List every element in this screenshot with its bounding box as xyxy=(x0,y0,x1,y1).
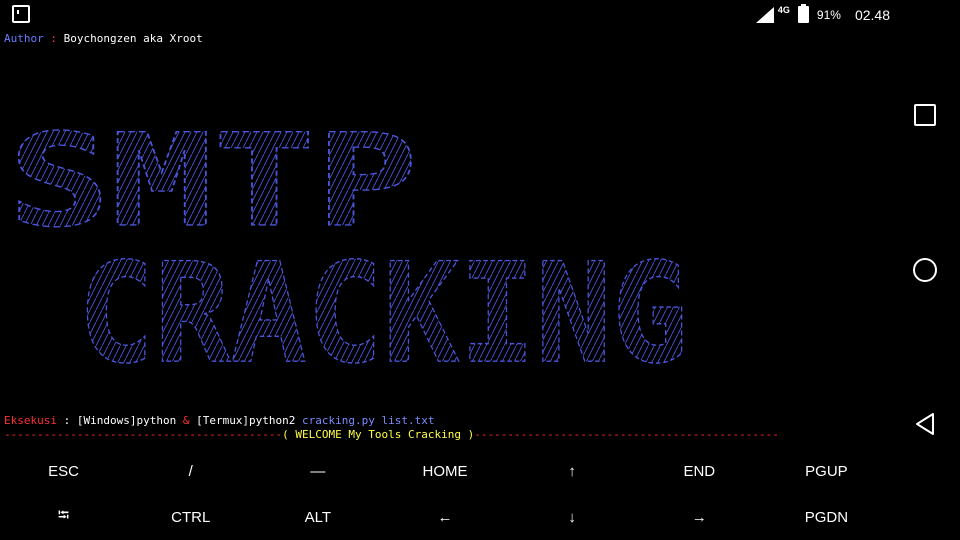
key-tab[interactable]: ⭾ xyxy=(0,494,127,540)
divider-close: ) xyxy=(460,428,475,441)
battery-icon xyxy=(797,4,809,23)
back-triangle-icon xyxy=(916,413,934,435)
banner-text-cracking: CRACKING xyxy=(78,233,688,394)
key-alt[interactable]: ALT xyxy=(254,494,381,540)
key-right[interactable]: → xyxy=(636,494,763,540)
battery-percent: 91% xyxy=(816,7,841,22)
banner-word-cracking: CRACKING xyxy=(77,232,688,394)
circle-icon xyxy=(913,258,937,282)
divider-right: ----------------------------------------… xyxy=(474,428,779,441)
terminal-view[interactable]: Author : Boychongzen aka Xroot SMTP CRACK… xyxy=(0,30,890,448)
ascii-banner: SMTP CRACKING xyxy=(0,70,890,410)
author-name: Boychongzen aka Xroot xyxy=(63,32,203,45)
key-down[interactable]: ↓ xyxy=(509,494,636,540)
author-line: Author : Boychongzen aka Xroot xyxy=(4,32,203,46)
divider-open: ( xyxy=(282,428,296,441)
extra-keys-row-1: ESC / — HOME ↑ END PGUP xyxy=(0,448,890,494)
exec-script: cracking.py list.txt xyxy=(302,414,435,427)
exec-termux: [Termux]python2 xyxy=(189,414,303,427)
extra-keys-bar: ESC / — HOME ↑ END PGUP ⭾ CTRL ALT ← ↓ →… xyxy=(0,448,890,540)
author-separator: : xyxy=(43,32,64,45)
clock: 02.48 xyxy=(854,6,890,23)
exec-windows: [Windows]python xyxy=(76,414,183,427)
key-pgdn[interactable]: PGDN xyxy=(763,494,890,540)
key-dash[interactable]: — xyxy=(254,448,381,494)
home-button[interactable] xyxy=(907,252,943,288)
cell-signal-icon xyxy=(755,6,776,23)
author-label: Author xyxy=(4,32,44,45)
key-ctrl[interactable]: CTRL xyxy=(127,494,254,540)
square-icon xyxy=(914,104,936,126)
exec-label: Eksekusi xyxy=(4,414,57,427)
key-esc[interactable]: ESC xyxy=(0,448,127,494)
divider-left: ----------------------------------------… xyxy=(4,428,283,441)
exec-separator: : xyxy=(56,414,77,427)
key-left[interactable]: ← xyxy=(381,494,508,540)
network-type: 4G xyxy=(777,4,790,15)
welcome-divider: ----------------------------------------… xyxy=(4,428,779,442)
status-bar: 4G 91% 02.48 xyxy=(0,0,890,30)
welcome-text: WELCOME My Tools Cracking xyxy=(295,428,461,441)
back-button[interactable] xyxy=(907,406,943,442)
key-home[interactable]: HOME xyxy=(381,448,508,494)
status-indicators: 4G 91% 02.48 xyxy=(755,4,890,23)
key-slash[interactable]: / xyxy=(127,448,254,494)
termux-notification-icon xyxy=(12,5,30,23)
key-pgup[interactable]: PGUP xyxy=(763,448,890,494)
banner-svg: SMTPCRACKING xyxy=(7,106,688,395)
key-up[interactable]: ↑ xyxy=(509,448,636,494)
navigation-bar xyxy=(890,0,960,540)
extra-keys-row-2: ⭾ CTRL ALT ← ↓ → PGDN xyxy=(0,494,890,540)
recent-apps-button[interactable] xyxy=(907,97,943,133)
exec-line: Eksekusi : [Windows]python & [Termux]pyt… xyxy=(4,414,435,428)
key-end[interactable]: END xyxy=(636,448,763,494)
